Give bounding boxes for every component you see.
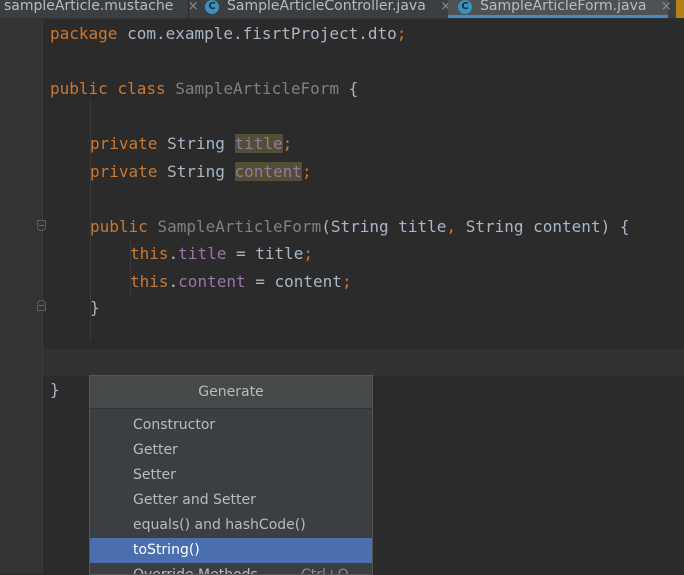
constructor-name: SampleArticleForm <box>157 217 322 236</box>
code-line-class-decl: public class SampleArticleForm { <box>50 78 358 100</box>
generate-menu: Constructor Getter Setter Getter and Set… <box>90 409 372 575</box>
code-line-field-content: private String content; <box>90 161 312 183</box>
code-line-assign-title: this.title = title; <box>130 243 313 265</box>
field-name: title <box>178 244 227 263</box>
file-icon[interactable] <box>676 0 684 18</box>
current-line-highlight <box>43 349 684 376</box>
popup-title: Generate <box>90 376 372 409</box>
assignment: = content <box>245 272 342 291</box>
menu-item-label: Setter <box>133 467 176 483</box>
brace: } <box>50 380 60 399</box>
close-icon[interactable]: × <box>188 0 199 14</box>
code-line-close-constructor: } <box>90 297 100 319</box>
java-class-icon: C <box>205 0 219 14</box>
class-name: SampleArticleForm <box>175 79 340 98</box>
code-line-package: package com.example.fisrtProject.dto; <box>50 23 406 45</box>
tab-label: SampleArticleController.java <box>227 0 426 14</box>
java-class-icon: C <box>458 0 472 14</box>
menu-item-label: Constructor <box>133 417 216 433</box>
menu-item-label: equals() and hashCode() <box>133 517 306 533</box>
field-name: content <box>178 272 246 291</box>
code-line-field-title: private String title; <box>90 133 292 155</box>
tab-label: SampleArticleForm.java <box>480 0 647 14</box>
type-name: String <box>157 134 235 153</box>
dot: . <box>168 272 179 291</box>
semicolon: ; <box>396 24 407 43</box>
active-tab-indicator <box>448 15 668 18</box>
menu-item-getter-and-setter[interactable]: Getter and Setter <box>90 488 372 513</box>
fold-icon[interactable] <box>37 300 46 311</box>
field-name: title <box>234 134 283 153</box>
keyword: private <box>90 134 158 153</box>
generate-popup: Generate Constructor Getter Setter Gette… <box>89 375 373 575</box>
field-name: content <box>234 162 302 181</box>
close-icon[interactable]: × <box>661 0 672 14</box>
shortcut-hint: Ctrl+O <box>301 567 349 575</box>
keyword: this <box>130 244 169 263</box>
editor-gutter[interactable] <box>0 19 42 574</box>
parameter: (String title <box>321 217 447 236</box>
tab-label: sampleArticle.mustache <box>4 0 174 14</box>
code-line-assign-content: this.content = content; <box>130 271 352 293</box>
menu-item-override-methods[interactable]: Override Methods... Ctrl+O <box>90 563 372 575</box>
keyword: public <box>50 79 108 98</box>
fold-icon[interactable] <box>37 220 46 231</box>
editor-tab-bar: sampleArticle.mustache × C SampleArticleC… <box>0 0 684 19</box>
menu-item-equals-hashcode[interactable]: equals() and hashCode() <box>90 513 372 538</box>
menu-item-label: Getter <box>133 442 178 458</box>
menu-item-constructor[interactable]: Constructor <box>90 413 372 438</box>
keyword: private <box>90 162 158 181</box>
tab-divider <box>188 0 189 18</box>
menu-item-label: Getter and Setter <box>133 492 256 508</box>
semicolon: ; <box>303 244 314 263</box>
semicolon: ; <box>282 134 293 153</box>
comma: , <box>446 217 457 236</box>
menu-item-tostring[interactable]: toString() <box>90 538 372 563</box>
keyword: public <box>90 217 148 236</box>
keyword: package <box>50 24 118 43</box>
brace: { <box>339 79 359 98</box>
semicolon: ; <box>341 272 352 291</box>
type-name: String <box>157 162 235 181</box>
keyword: class <box>117 79 166 98</box>
parameter: String content) { <box>456 217 630 236</box>
tab-sample-article-mustache[interactable]: sampleArticle.mustache × <box>4 0 199 18</box>
assignment: = title <box>226 244 304 263</box>
code-line-constructor: public SampleArticleForm(String title, S… <box>90 216 629 238</box>
keyword: this <box>130 272 169 291</box>
tab-sample-article-controller[interactable]: C SampleArticleController.java × <box>205 0 451 18</box>
menu-item-getter[interactable]: Getter <box>90 438 372 463</box>
gutter-divider <box>42 19 43 574</box>
menu-item-label: toString() <box>133 542 200 558</box>
code-line-close-class: } <box>50 379 60 401</box>
dot: . <box>168 244 179 263</box>
brace: } <box>90 298 100 317</box>
menu-item-setter[interactable]: Setter <box>90 463 372 488</box>
package-name: com.example.fisrtProject.dto <box>117 24 397 43</box>
semicolon: ; <box>301 162 312 181</box>
